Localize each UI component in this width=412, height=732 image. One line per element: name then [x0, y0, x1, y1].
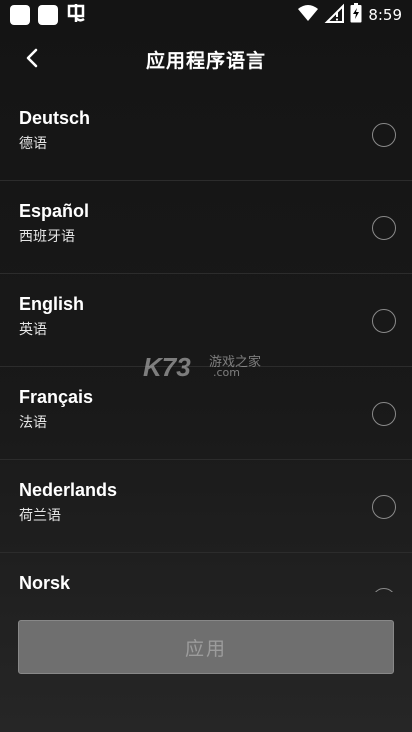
- status-bar: 8:59: [0, 0, 412, 30]
- language-name: Norsk: [19, 573, 71, 592]
- language-name: Español: [19, 201, 90, 221]
- language-name: Deutsch: [19, 108, 91, 128]
- battery-icon: [350, 3, 362, 27]
- page-title: 应用程序语言: [145, 49, 266, 72]
- language-radio[interactable]: [372, 123, 396, 147]
- back-button[interactable]: [18, 46, 46, 74]
- status-left-icons: [10, 3, 86, 27]
- language-item-nederlands[interactable]: Nederlands 荷兰语: [0, 460, 412, 553]
- wifi-icon: [298, 4, 319, 26]
- clock-time: 8:59: [368, 6, 402, 24]
- language-name: Français: [19, 387, 94, 407]
- language-item-deutsch[interactable]: Deutsch 德语: [0, 88, 412, 181]
- language-item-english[interactable]: English 英语: [0, 274, 412, 367]
- language-radio[interactable]: [372, 495, 396, 519]
- language-radio[interactable]: [372, 216, 396, 240]
- language-name: English: [19, 294, 85, 314]
- language-native-name: 德语: [19, 136, 47, 152]
- language-radio[interactable]: [372, 309, 396, 333]
- language-list[interactable]: Deutsch 德语 Español 西班牙语 English 英语 Franç…: [0, 88, 412, 592]
- no-sim-icon: [324, 3, 345, 27]
- notification-square-icon: [38, 5, 58, 25]
- language-radio[interactable]: [372, 402, 396, 426]
- language-native-name: 西班牙语: [19, 229, 75, 245]
- language-item-norsk[interactable]: Norsk: [0, 553, 412, 592]
- language-native-name: 荷兰语: [19, 508, 61, 524]
- notification-square-icon: [10, 5, 30, 25]
- language-native-name: 英语: [19, 322, 47, 338]
- language-native-name: 法语: [19, 415, 47, 431]
- app-notification-icon: [66, 3, 86, 27]
- chevron-left-icon: [25, 47, 39, 73]
- language-radio[interactable]: [372, 588, 396, 592]
- language-item-espanol[interactable]: Español 西班牙语: [0, 181, 412, 274]
- apply-button[interactable]: 应用: [18, 620, 394, 674]
- language-item-francais[interactable]: Français 法语: [0, 367, 412, 460]
- status-right-icons: 8:59: [298, 3, 402, 27]
- language-name: Nederlands: [19, 480, 118, 500]
- app-header: 应用程序语言: [0, 30, 412, 88]
